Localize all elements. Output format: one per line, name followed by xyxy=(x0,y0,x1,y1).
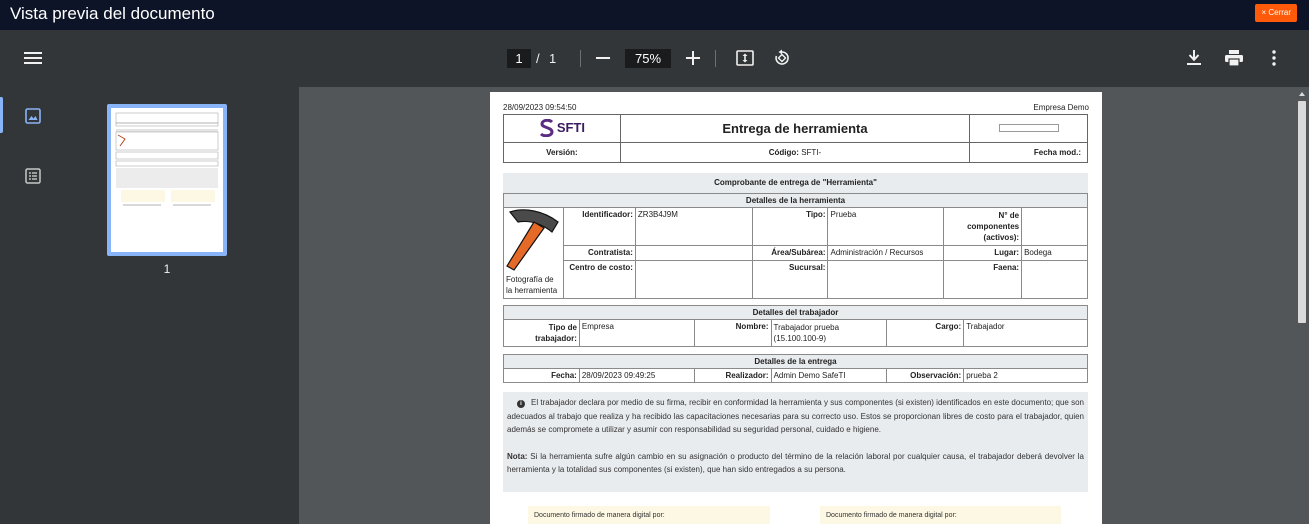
logo-text: SFTI xyxy=(556,120,585,135)
tool-cost-center-value xyxy=(634,259,753,300)
code-value: SFTI- xyxy=(801,148,822,157)
tool-branch-value xyxy=(827,259,945,300)
delivery-details-table: Detalles de la entrega Fecha: 28/09/2023… xyxy=(503,354,1088,383)
tool-place-label: Lugar: xyxy=(943,245,1023,261)
header-blank-box xyxy=(998,123,1059,132)
worker-name-value: Trabajador prueba (15.100.100-9) xyxy=(770,319,888,347)
date-mod-label: Fecha mod.: xyxy=(969,142,1088,163)
tool-task-label: Faena: xyxy=(943,259,1023,300)
worker-position-value: Trabajador xyxy=(963,319,1088,347)
delivery-performer-value: Admin Demo SafeTI xyxy=(770,368,888,383)
info-icon: i xyxy=(517,400,525,408)
page-thumbnail[interactable] xyxy=(107,104,227,256)
header-blank-cell xyxy=(969,114,1088,143)
vertical-scrollbar[interactable] xyxy=(1297,87,1307,524)
print-icon[interactable] xyxy=(1224,48,1244,68)
logo: SFTI xyxy=(503,114,621,143)
tool-area-label: Área/Subárea: xyxy=(751,245,829,261)
tool-components-label: N° de componentes (activos): xyxy=(943,206,1023,247)
tool-task-value xyxy=(1021,259,1088,300)
tool-cost-center-label: Centro de costo: xyxy=(562,259,636,300)
total-pages: 1 xyxy=(549,51,557,66)
delivery-performer-label: Realizador: xyxy=(693,368,772,383)
worker-details-table: Detalles del trabajador Tipo de trabajad… xyxy=(503,305,1088,347)
tool-photo-cell: Fotografía de la herramienta xyxy=(503,207,564,299)
logo-mark-icon xyxy=(539,118,554,137)
outline-icon[interactable] xyxy=(23,166,43,186)
download-icon[interactable] xyxy=(1184,48,1204,68)
tool-area-value: Administración / Recursos xyxy=(827,245,945,261)
thumbnail-page-number: 1 xyxy=(163,262,171,276)
dialog-titlebar: Vista previa del documento × Cerrar xyxy=(0,0,1309,30)
note-label: Nota: xyxy=(507,451,528,461)
tool-id-label: Identificador: xyxy=(562,206,636,247)
tool-type-label: Tipo: xyxy=(751,206,829,247)
document-viewer[interactable]: 28/09/2023 09:54:50 Empresa Demo SFTI En… xyxy=(299,87,1309,524)
worker-name-label: Nombre: xyxy=(693,319,772,347)
worker-type-label: Tipo de trabajador: xyxy=(503,319,580,347)
declaration-notice: i El trabajador declara por medio de su f… xyxy=(503,392,1088,492)
worker-type-value: Empresa xyxy=(578,319,695,347)
note-text: Si la herramienta sufre algún cambio en … xyxy=(507,451,1084,475)
scroll-up-arrow-icon[interactable] xyxy=(1297,89,1307,99)
code-label: Código: xyxy=(768,148,799,157)
tool-type-value: Prueba xyxy=(827,206,945,247)
code-cell: Código: SFTI- xyxy=(619,142,971,163)
tool-photo-caption: Fotografía de la herramienta xyxy=(506,275,558,295)
zoom-level[interactable]: 75% xyxy=(625,49,671,68)
thumbnail-sidebar: 1 xyxy=(0,87,299,524)
delivery-date-label: Fecha: xyxy=(503,368,580,383)
plus-icon[interactable] xyxy=(683,48,703,68)
document-title: Entrega de herramienta xyxy=(619,114,971,143)
printed-timestamp: 28/09/2023 09:54:50 xyxy=(503,103,577,112)
document-header: SFTI Entrega de herramienta Versión: Cód… xyxy=(503,114,1088,163)
thumbnails-icon[interactable] xyxy=(23,106,43,126)
delivery-section-title: Detalles de la entrega xyxy=(503,354,1088,369)
worker-position-label: Cargo: xyxy=(886,319,965,347)
dialog-title: Vista previa del documento xyxy=(10,4,215,23)
toolbar-divider xyxy=(580,50,581,67)
minus-icon[interactable] xyxy=(593,48,613,68)
page-number-input[interactable]: 1 xyxy=(507,49,531,68)
version-label: Versión: xyxy=(503,142,621,163)
more-vert-icon[interactable] xyxy=(1264,48,1284,68)
toolbar-divider xyxy=(715,50,716,67)
document-page: 28/09/2023 09:54:50 Empresa Demo SFTI En… xyxy=(490,92,1102,524)
active-indicator xyxy=(0,97,3,133)
tool-details-table: Detalles de la herramienta Fotografía de… xyxy=(503,193,1088,300)
hammer-image xyxy=(506,209,559,271)
delivery-observation-label: Observación: xyxy=(886,368,965,383)
pdf-toolbar: 1 / 1 75% xyxy=(0,30,1309,87)
company-name: Empresa Demo xyxy=(1033,103,1089,112)
tool-place-value: Bodega xyxy=(1021,245,1088,261)
rotate-icon[interactable] xyxy=(772,48,792,68)
tool-contractor-value xyxy=(634,245,753,261)
tool-id-value: ZR3B4J9M xyxy=(634,206,753,247)
worker-section-title: Detalles del trabajador xyxy=(503,305,1088,320)
signature-box-left: Documento firmado de manera digital por: xyxy=(528,506,770,524)
declaration-text: El trabajador declara por medio de su fi… xyxy=(507,398,1084,434)
page-separator: / xyxy=(536,51,540,66)
delivery-date-value: 28/09/2023 09:49:25 xyxy=(578,368,695,383)
close-button[interactable]: × Cerrar xyxy=(1255,4,1297,22)
menu-icon[interactable] xyxy=(23,48,43,68)
scrollbar-thumb[interactable] xyxy=(1298,101,1306,323)
tool-branch-label: Sucursal: xyxy=(751,259,829,300)
fit-page-icon[interactable] xyxy=(735,48,755,68)
delivery-observation-value: prueba 2 xyxy=(963,368,1088,383)
tool-section-title: Detalles de la herramienta xyxy=(503,193,1088,208)
receipt-title: Comprobante de entrega de "Herramienta" xyxy=(503,173,1088,194)
tool-components-value xyxy=(1021,206,1088,247)
signature-box-right: Documento firmado de manera digital por: xyxy=(820,506,1061,524)
tool-contractor-label: Contratista: xyxy=(562,245,636,261)
